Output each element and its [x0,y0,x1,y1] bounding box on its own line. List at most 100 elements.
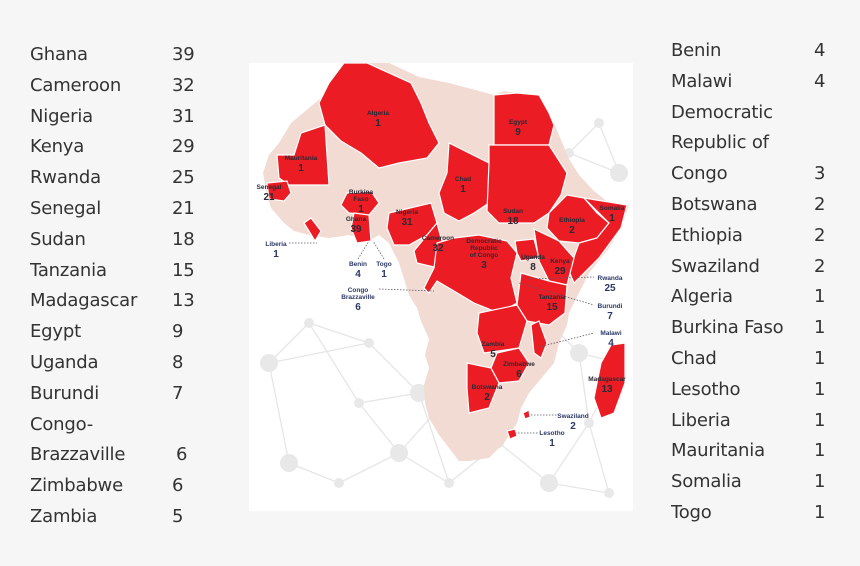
map-label-value: 3 [481,260,487,271]
country-count: 25 [172,167,195,189]
map-label-name: Cameroon [422,235,454,242]
leader-line [372,240,385,260]
map-label-name: Somalia [600,205,625,212]
country-count: 8 [172,352,184,373]
leader-line [357,240,370,260]
map-label-value: 5 [490,349,496,360]
map-label-rwanda: Rwanda25 [598,275,623,294]
map-label-name: Senegal [257,184,282,191]
network-link [308,322,360,404]
map-label-togo: Togo1 [376,261,391,280]
country-count: 1 [814,440,826,462]
map-label-name: Burundi [598,303,623,310]
network-link [268,342,370,364]
map-label-name: Benin [349,261,367,268]
map-label-name: Togo [376,261,391,268]
network-node [334,478,344,488]
map-label-value: 39 [350,224,362,235]
country-count: 1 [814,409,826,431]
map-label-value: 25 [604,283,616,294]
map-label-lesotho: Lesotho1 [539,430,564,449]
country-name: Togo [671,502,712,523]
map-label-value: 1 [375,118,381,129]
map-label-value: 2 [570,421,576,432]
country-name: Tanzania [30,259,107,281]
country-name: Mauritania [671,440,765,462]
map-label-value: 8 [530,262,536,273]
network-link [268,362,290,464]
country-name: Botswana [671,194,758,215]
map-label-value: 29 [554,266,566,277]
country-name: Zimbabwe [30,475,123,497]
map-label-name: Congo [348,287,369,294]
country-name: Senegal [30,198,102,219]
country-count: 13 [172,290,195,312]
map-label-value: 9 [515,127,521,138]
country-name: Sudan [30,228,86,250]
network-node [610,164,628,182]
country-count: 5 [172,506,184,527]
map-label-name: Botswana [472,384,503,391]
map-label-name: Democratic [466,238,502,245]
network-node [444,478,454,488]
country-name: Lesotho [671,378,741,400]
map-label-name: Tanzania [538,294,566,301]
country-name: Burundi [30,382,100,404]
country-count: 1 [814,348,826,369]
country-shape-swaziland [522,409,531,420]
network-node [594,118,604,128]
country-name: Liberia [671,409,731,431]
map-label-value: 1 [381,269,387,280]
country-count: 3 [814,163,826,185]
country-name: Egypt [30,321,81,343]
map-label-name: Nigeria [396,209,418,216]
network-link [588,422,610,494]
country-count: 18 [172,228,195,250]
map-label-name: of Congo [470,252,499,259]
map-label-name: Swaziland [557,413,588,420]
network-link [368,342,420,394]
map-label-name: Rwanda [598,275,623,282]
map-label-name: Burkina [349,189,374,196]
map-label-value: 21 [263,192,275,203]
map-label-name: Madagascar [588,376,626,383]
country-count: 2 [814,224,826,246]
country-name: Uganda [30,352,99,373]
country-name: Malawi [671,70,733,92]
map-label-liberia: Liberia1 [265,241,287,260]
country-name: Congo [671,163,728,185]
map-label-name: Liberia [265,241,287,248]
country-count: 9 [172,321,184,343]
country-name: Swaziland [671,255,760,277]
network-node [390,444,408,462]
map-label-name: Faso [353,196,368,203]
country-name: Republic of [671,132,769,154]
country-name: Congo- [30,413,94,435]
map-label-value: 31 [401,217,413,228]
africa-map: Algeria 1 Egypt 9 Mauritania 1 Senegal 21 Chad 1 S… [249,63,633,511]
country-shape-lesotho [506,428,518,440]
network-link [308,322,370,344]
country-name: Chad [671,348,717,369]
network-node [260,354,278,372]
network-node [354,398,364,408]
map-label-value: 2 [484,392,490,403]
map-label-name: Mauritania [285,155,318,162]
map-label-value: 1 [273,249,279,260]
country-count: 1 [814,286,826,308]
map-label-value: 1 [609,213,615,224]
map-label-value: 1 [298,163,304,174]
country-name: Madagascar [30,290,138,312]
country-count: 6 [176,444,188,466]
country-name: Kenya [30,136,85,158]
country-count: 7 [172,382,184,404]
country-name: Zambia [30,506,98,527]
country-count: 32 [172,74,195,96]
country-name: Somalia [671,471,742,493]
country-name: Cameroon [30,74,122,96]
network-link [338,452,400,484]
map-label-value: 18 [507,216,519,227]
country-count: 31 [172,105,195,127]
map-label-value: 15 [546,302,558,313]
map-label-value: 1 [460,184,466,195]
